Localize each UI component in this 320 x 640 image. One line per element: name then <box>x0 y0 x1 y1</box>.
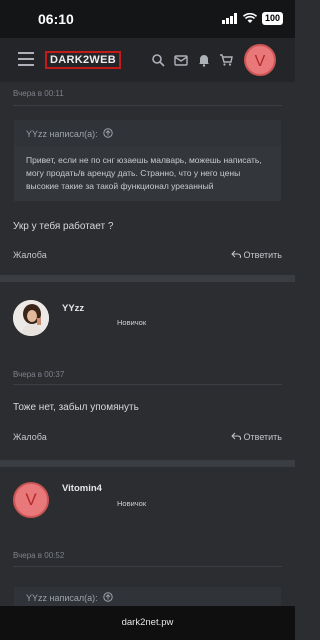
wifi-icon <box>242 13 257 23</box>
author-name[interactable]: Vitomin4 <box>62 483 102 494</box>
status-icons: 100 <box>221 12 283 25</box>
divider <box>13 566 282 567</box>
reply-label: Ответить <box>243 250 282 260</box>
battery-indicator: 100 <box>261 12 283 25</box>
quote-author: YYzz написал(а): <box>26 593 98 603</box>
post-timestamp: Вчера в 00:52 <box>13 551 65 560</box>
reply-icon <box>231 250 241 259</box>
quote-block: YYzz написал(а): Привет, если не по снг … <box>14 120 281 201</box>
quote-header[interactable]: YYzz написал(а): <box>14 587 281 606</box>
author-avatar[interactable]: V <box>13 482 49 518</box>
divider <box>13 384 282 385</box>
quote-block: YYzz написал(а): <box>14 587 281 606</box>
reply-button[interactable]: Ответить <box>231 250 282 260</box>
author-avatar[interactable] <box>13 300 49 336</box>
report-link[interactable]: Жалоба <box>13 250 47 260</box>
post-message: Укр у тебя работает ? <box>13 221 114 232</box>
menu-icon[interactable] <box>18 52 34 66</box>
reply-icon <box>231 432 241 441</box>
post-separator <box>0 460 295 467</box>
author-rank: Новичок <box>117 499 147 508</box>
report-link[interactable]: Жалоба <box>13 432 47 442</box>
post-separator <box>0 275 295 282</box>
browser-url-bar[interactable]: dark2net.pw <box>0 606 295 640</box>
site-header: DARK2WEB V <box>0 38 295 82</box>
divider <box>13 105 282 106</box>
search-icon[interactable] <box>151 53 165 67</box>
user-avatar[interactable]: V <box>244 44 276 76</box>
quote-header[interactable]: YYzz написал(а): <box>14 120 281 146</box>
status-time: 06:10 <box>38 11 74 27</box>
bell-icon[interactable] <box>197 53 211 67</box>
post-3: V Vitomin4 Новичок Вчера в 00:52 YYzz на… <box>0 467 295 606</box>
post-timestamp: Вчера в 00:11 <box>13 89 64 98</box>
site-logo[interactable]: DARK2WEB <box>45 51 121 69</box>
reply-button[interactable]: Ответить <box>231 432 282 442</box>
post-message: Тоже нет, забыл упомянуть <box>13 402 139 413</box>
cart-icon[interactable] <box>219 53 233 67</box>
arrow-up-icon[interactable] <box>103 592 113 602</box>
mail-icon[interactable] <box>174 53 188 67</box>
avatar-image <box>13 300 49 336</box>
post-2: YYzz Новичок Вчера в 00:37 Тоже нет, заб… <box>0 282 295 460</box>
reply-label: Ответить <box>243 432 282 442</box>
author-rank: Новичок <box>117 318 147 327</box>
quote-text: Привет, если не по снг юзаешь малварь, м… <box>26 155 262 191</box>
post-timestamp: Вчера в 00:37 <box>13 370 65 379</box>
arrow-up-icon[interactable] <box>103 128 113 138</box>
status-bar: 06:10 100 <box>0 0 295 38</box>
post-1: Вчера в 00:11 YYzz написал(а): Привет, е… <box>0 82 295 275</box>
quote-author: YYzz написал(а): <box>26 129 98 139</box>
url-text[interactable]: dark2net.pw <box>0 617 295 628</box>
author-name[interactable]: YYzz <box>62 303 84 314</box>
signal-icon <box>221 13 237 24</box>
